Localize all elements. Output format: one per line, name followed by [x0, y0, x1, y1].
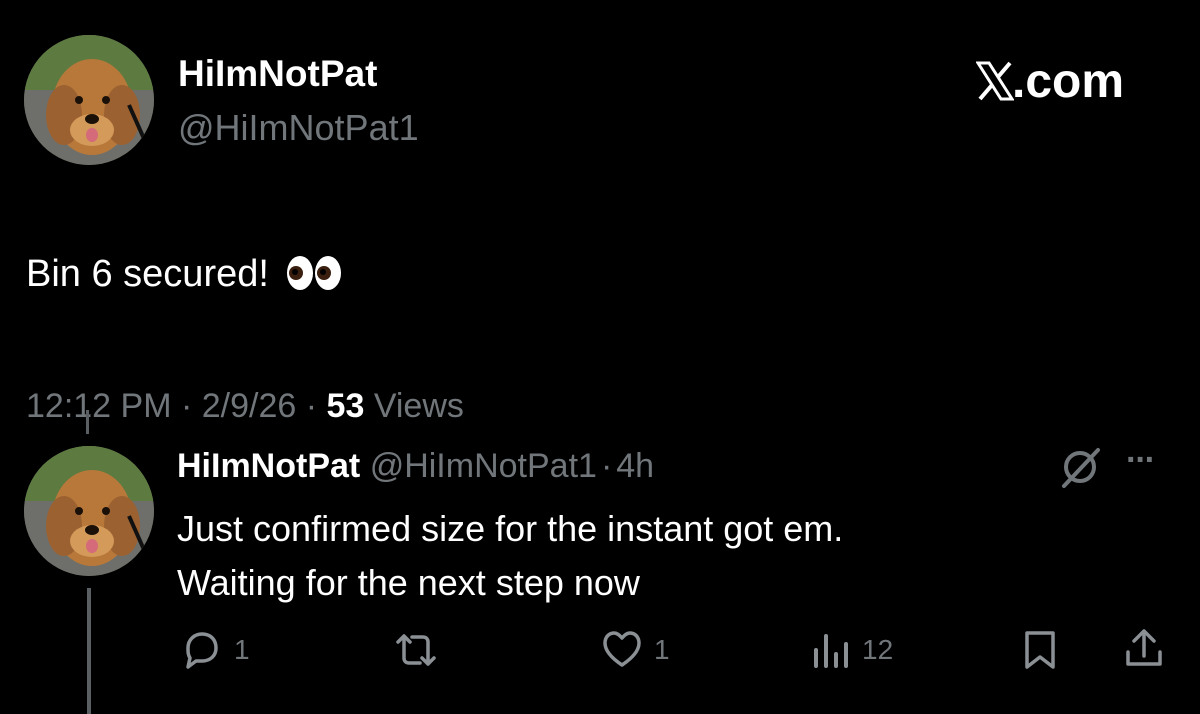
grok-button[interactable] — [1058, 444, 1104, 490]
tweet-text: Bin 6 secured! — [26, 252, 343, 302]
like-action[interactable]: 1 — [600, 628, 670, 672]
dog-avatar-icon — [24, 446, 154, 576]
views-stat: 12 — [862, 634, 894, 665]
thread-line — [87, 588, 91, 714]
reply-text-line-1: Just confirmed size for the instant got … — [177, 508, 844, 549]
thread-line — [86, 410, 89, 434]
reply-age[interactable]: 4h — [616, 447, 654, 485]
tweet-date[interactable]: 2/9/26 — [202, 387, 297, 425]
meta-separator: · — [180, 387, 193, 425]
reply-header: HiImNotPat @HiImNotPat1 · 4h — [177, 446, 654, 486]
eyes-emoji-icon — [287, 256, 342, 290]
bookmark-icon — [1025, 631, 1055, 669]
views-action[interactable]: 12 — [812, 628, 893, 672]
views-label: Views — [373, 387, 464, 425]
views-count: 53 — [326, 387, 365, 425]
grok-icon — [1062, 448, 1100, 488]
more-icon[interactable]: ··· — [1126, 440, 1156, 480]
share-icon — [1126, 629, 1162, 666]
reply-author-handle[interactable]: @HiImNotPat1 — [370, 447, 597, 485]
tweet-meta: 12:12 PM · 2/9/26 · 53 Views — [26, 386, 464, 426]
meta-separator: · — [305, 387, 318, 425]
reply-separator: · — [600, 447, 613, 485]
like-icon — [603, 631, 641, 667]
dog-avatar-icon — [24, 35, 154, 165]
like-count: 1 — [654, 634, 670, 665]
repost-action[interactable] — [392, 628, 440, 672]
reply-icon — [186, 632, 218, 669]
share-button[interactable] — [1122, 626, 1166, 672]
views-icon — [814, 634, 848, 668]
reply-action[interactable]: 1 — [180, 628, 250, 672]
reply-text-line-2: Waiting for the next step now — [177, 562, 640, 603]
author-handle[interactable]: @HiImNotPat1 — [178, 108, 419, 148]
x-logo-icon — [976, 61, 1014, 101]
repost-icon — [396, 634, 436, 666]
eyes-emoji — [285, 254, 343, 302]
author-avatar[interactable] — [24, 35, 154, 165]
brand-x-logo: .com — [976, 54, 1125, 108]
reply-count: 1 — [234, 634, 250, 665]
bookmark-button[interactable] — [1020, 628, 1060, 672]
author-name[interactable]: HiImNotPat — [178, 54, 377, 94]
reply-author-name[interactable]: HiImNotPat — [177, 447, 360, 485]
reply-avatar[interactable] — [24, 446, 154, 576]
tweet-body: Bin 6 secured! — [26, 253, 269, 295]
tweet-time[interactable]: 12:12 PM — [26, 387, 172, 425]
reply-text: Just confirmed size for the instant got … — [177, 502, 843, 610]
brand-text: .com — [1012, 54, 1125, 108]
